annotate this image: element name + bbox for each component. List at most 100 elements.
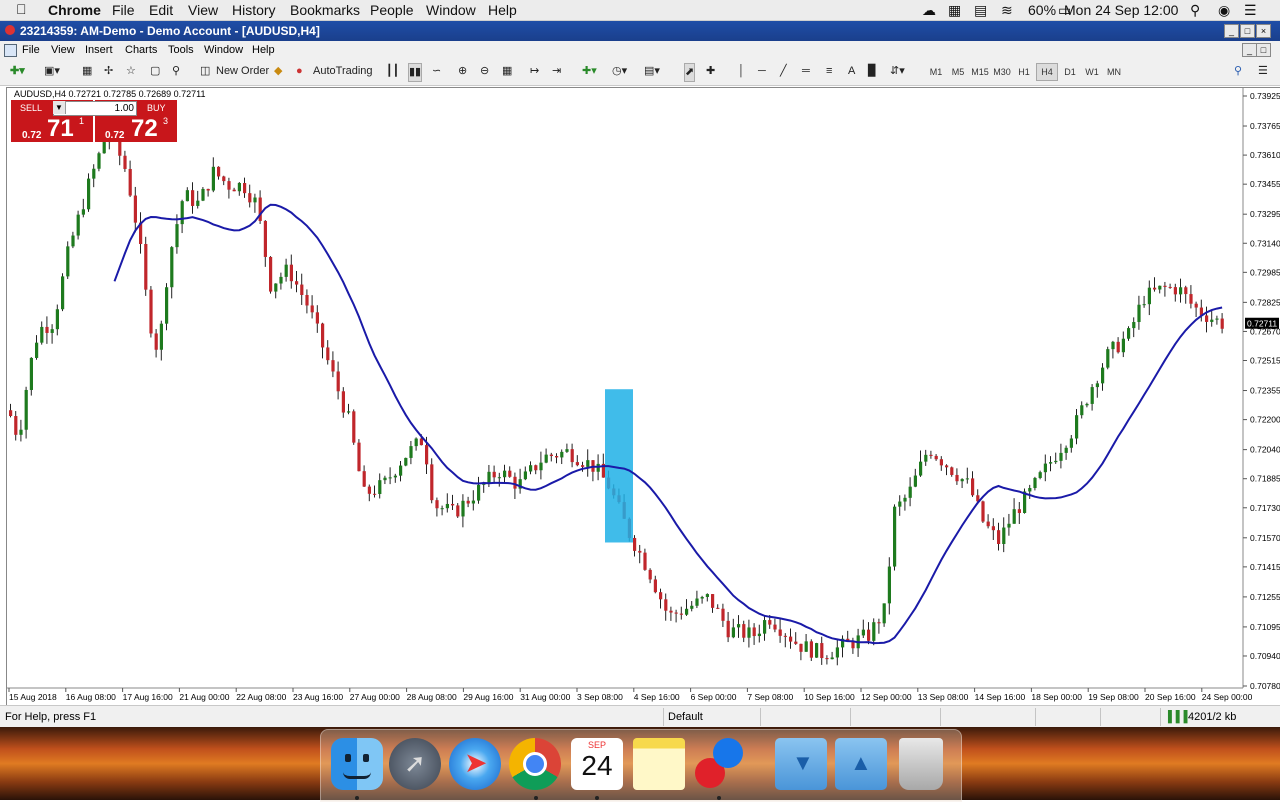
autoscroll-icon[interactable]: ⇥ (552, 63, 561, 80)
text-label-icon[interactable]: ▉ (868, 63, 876, 80)
meta-editor-icon[interactable]: ◆ (274, 63, 282, 80)
arrows-icon[interactable]: ⇵▾ (890, 63, 905, 80)
timeframe-m5[interactable]: M5 (948, 64, 968, 80)
timeframe-m15[interactable]: M15 (970, 64, 990, 80)
menu-history[interactable]: History (232, 2, 276, 18)
cloud-icon[interactable]: ☁ (922, 2, 936, 19)
candle (971, 471, 975, 497)
text-icon[interactable]: A (848, 63, 855, 80)
app-menu-file[interactable]: File (22, 44, 40, 56)
trash-icon[interactable] (899, 738, 943, 790)
bar-chart-icon[interactable]: ┃┃ (386, 63, 399, 80)
community-icon[interactable]: ☰ (1258, 63, 1268, 80)
menu-help[interactable]: Help (488, 2, 517, 18)
timeframe-m30[interactable]: M30 (992, 64, 1012, 80)
chart-shift-icon[interactable]: ↦ (530, 63, 539, 80)
app-menu-view[interactable]: View (51, 44, 75, 56)
timeframe-h4[interactable]: H4 (1036, 63, 1058, 81)
price-label: 0.71095 (1250, 622, 1280, 632)
toolbar: ✚▾ ▣▾ ▦ ✢ ☆ ▢ ⚲ ◫ New Order ◆ ● AutoTrad… (0, 59, 1280, 86)
data-window-icon[interactable]: ☆ (126, 63, 136, 80)
extra-icon[interactable]: ▤ (974, 2, 987, 19)
chart-minimize-button[interactable]: _ (1242, 43, 1257, 57)
app-menu-help[interactable]: Help (252, 44, 275, 56)
menu-view[interactable]: View (188, 2, 218, 18)
periods-icon[interactable]: ◷▾ (612, 63, 627, 80)
lot-dropdown-icon[interactable]: ▼ (53, 101, 66, 114)
menu-edit[interactable]: Edit (149, 2, 173, 18)
autotrading-icon[interactable]: ● (296, 63, 303, 80)
price-chart[interactable]: 0.73925 0.73765 0.73610 0.73455 0.73295 0.731… (7, 88, 1280, 705)
app-icon[interactable] (691, 738, 743, 790)
tile-windows-icon[interactable]: ▦ (502, 63, 512, 80)
candle (1043, 454, 1047, 482)
terminal-icon[interactable]: ▢ (150, 63, 160, 80)
candlestick-icon[interactable]: ▮▮ (408, 63, 423, 82)
candle (503, 464, 507, 484)
apple-icon[interactable]:  (16, 1, 27, 17)
launchpad-icon[interactable]: ➚ (389, 738, 441, 790)
app-menu-insert[interactable]: Insert (85, 44, 113, 56)
market-watch-icon[interactable]: ▦ (82, 63, 92, 80)
vertical-line-icon[interactable]: │ (738, 63, 745, 80)
menu-window[interactable]: Window (426, 2, 476, 18)
minimize-button[interactable]: _ (1224, 24, 1239, 38)
downloads-folder-icon[interactable]: ▼ (775, 738, 827, 790)
timeframe-m1[interactable]: M1 (926, 64, 946, 80)
notes-icon[interactable] (633, 738, 685, 790)
cursor-icon[interactable]: ⬈ (684, 63, 696, 82)
app-menu-tools[interactable]: Tools (168, 44, 194, 56)
menu-people[interactable]: People (370, 2, 414, 18)
fibonacci-icon[interactable]: ≡ (826, 63, 832, 80)
chart-restore-button[interactable]: □ (1256, 43, 1271, 57)
timeframe-d1[interactable]: D1 (1060, 64, 1080, 80)
siri-icon[interactable]: ◉ (1218, 2, 1230, 19)
safari-icon[interactable]: ➤ (449, 738, 501, 790)
profiles-icon[interactable]: ▣▾ (44, 63, 60, 80)
maximize-button[interactable]: □ (1240, 24, 1255, 38)
app-menu-window[interactable]: Window (204, 44, 243, 56)
candle (185, 187, 189, 202)
horizontal-line-icon[interactable]: ─ (758, 63, 766, 80)
candle (123, 150, 127, 172)
drive-folder-icon[interactable]: ▲ (835, 738, 887, 790)
new-order-icon[interactable]: ◫ (200, 63, 210, 80)
channel-icon[interactable]: ═ (802, 63, 810, 80)
candle (711, 594, 715, 613)
calendar-icon[interactable]: SEP 24 (571, 738, 623, 790)
zoom-in-icon[interactable]: ⊕ (458, 63, 467, 80)
menu-bookmarks[interactable]: Bookmarks (290, 2, 360, 18)
notification-center-icon[interactable]: ☰ (1244, 2, 1257, 19)
close-button[interactable]: × (1256, 24, 1271, 38)
app-name[interactable]: Chrome (48, 2, 101, 18)
spotlight-icon[interactable]: ⚲ (1190, 2, 1200, 19)
candle (1106, 346, 1110, 370)
timeframe-mn[interactable]: MN (1104, 64, 1124, 80)
search-icon[interactable]: ⚲ (1234, 63, 1242, 80)
timeframe-w1[interactable]: W1 (1082, 64, 1102, 80)
wifi-icon[interactable]: ≋ (1001, 2, 1013, 19)
chart-area[interactable]: 0.73925 0.73765 0.73610 0.73455 0.73295 0.731… (6, 87, 1280, 705)
candle (893, 504, 897, 571)
menu-file[interactable]: File (112, 2, 135, 18)
battery-percent[interactable]: 60% (1028, 2, 1056, 18)
app-menu-charts[interactable]: Charts (125, 44, 157, 56)
autotrading-button[interactable]: AutoTrading (313, 63, 373, 80)
navigator-icon[interactable]: ✢ (104, 63, 113, 80)
candle (19, 419, 23, 442)
price-label: 0.73765 (1250, 121, 1280, 131)
line-chart-icon[interactable]: ∽ (432, 63, 441, 80)
clock[interactable]: Mon 24 Sep 12:00 (1064, 2, 1178, 18)
battery-menu-icon[interactable]: ▦ (948, 2, 961, 19)
finder-icon[interactable] (331, 738, 383, 790)
tester-icon[interactable]: ⚲ (172, 63, 180, 80)
new-chart-icon[interactable]: ✚▾ (10, 63, 25, 80)
zoom-out-icon[interactable]: ⊖ (480, 63, 489, 80)
templates-icon[interactable]: ▤▾ (644, 63, 660, 80)
timeframe-h1[interactable]: H1 (1014, 64, 1034, 80)
chrome-icon[interactable] (509, 738, 561, 790)
indicators-icon[interactable]: ✚▾ (582, 63, 597, 80)
crosshair-icon[interactable]: ✚ (706, 63, 715, 80)
new-order-button[interactable]: New Order (216, 63, 269, 80)
trendline-icon[interactable]: ╱ (780, 63, 787, 80)
